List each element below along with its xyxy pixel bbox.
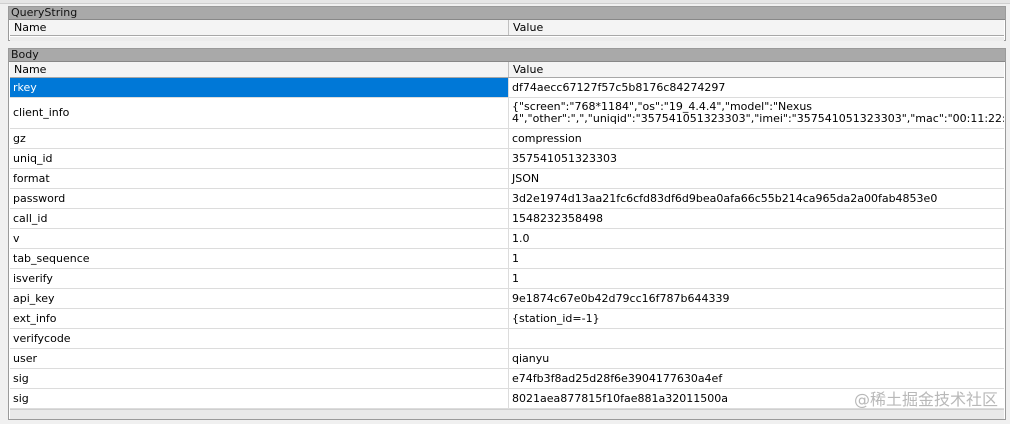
body-title: Body [9,49,1005,62]
body-header-row: Name Value [10,62,1004,78]
param-value[interactable]: {station_id=-1} [509,309,1004,328]
param-value[interactable]: 1.0 [509,229,1004,248]
querystring-empty-area [10,37,1004,41]
param-name[interactable]: api_key [10,289,509,308]
table-row[interactable]: ext_info {station_id=-1} [10,309,1004,329]
body-footer-strip [10,409,1004,419]
body-panel: Body Name Value rkey df74aecc67127f57c5b… [8,48,1006,420]
param-value[interactable]: compression [509,129,1004,148]
table-row[interactable]: rkey df74aecc67127f57c5b8176c84274297 [10,78,1004,98]
param-value[interactable] [509,329,1004,348]
table-row[interactable]: api_key 9e1874c67e0b42d79cc16f787b644339 [10,289,1004,309]
param-name[interactable]: v [10,229,509,248]
column-header-name[interactable]: Name [10,20,509,35]
column-header-value[interactable]: Value [509,62,1004,77]
table-row[interactable]: v 1.0 [10,229,1004,249]
table-row[interactable]: uniq_id 357541051323303 [10,149,1004,169]
param-value[interactable]: 1 [509,249,1004,268]
querystring-table: Name Value [10,20,1004,36]
param-value[interactable]: 9e1874c67e0b42d79cc16f787b644339 [509,289,1004,308]
param-value[interactable]: {"screen":"768*1184","os":"19_4.4.4","mo… [509,98,1004,128]
param-value[interactable]: 3d2e1974d13aa21fc6cfd83df6d9bea0afa66c55… [509,189,1004,208]
column-header-name[interactable]: Name [10,62,509,77]
param-value-line: 4","other":",","uniqid":"357541051323303… [512,112,1004,125]
table-row[interactable]: verifycode [10,329,1004,349]
table-row[interactable]: client_info {"screen":"768*1184","os":"1… [10,98,1004,129]
param-name[interactable]: gz [10,129,509,148]
param-name[interactable]: isverify [10,269,509,288]
param-value[interactable]: 1548232358498 [509,209,1004,228]
param-value[interactable]: qianyu [509,349,1004,368]
top-toolbar-edge [0,0,1010,4]
param-value[interactable]: JSON [509,169,1004,188]
table-row[interactable]: password 3d2e1974d13aa21fc6cfd83df6d9bea… [10,189,1004,209]
param-name[interactable]: uniq_id [10,149,509,168]
querystring-panel: QueryString Name Value [8,6,1006,41]
param-name[interactable]: user [10,349,509,368]
param-name[interactable]: tab_sequence [10,249,509,268]
querystring-title: QueryString [9,7,1005,20]
param-name[interactable]: rkey [10,78,509,97]
watermark-text: @稀土掘金技术社区 [853,390,998,409]
param-name[interactable]: call_id [10,209,509,228]
table-row[interactable]: format JSON [10,169,1004,189]
param-name[interactable]: verifycode [10,329,509,348]
param-name[interactable]: format [10,169,509,188]
querystring-header-row: Name Value [10,20,1004,36]
table-row[interactable]: call_id 1548232358498 [10,209,1004,229]
table-row[interactable]: gz compression [10,129,1004,149]
column-header-value[interactable]: Value [509,20,1004,35]
param-name[interactable]: sig [10,369,509,388]
param-value[interactable]: 1 [509,269,1004,288]
param-name[interactable]: client_info [10,98,509,128]
param-value[interactable]: 357541051323303 [509,149,1004,168]
param-name[interactable]: password [10,189,509,208]
param-name[interactable]: sig [10,389,509,408]
table-row[interactable]: isverify 1 [10,269,1004,289]
param-value[interactable]: df74aecc67127f57c5b8176c84274297 [509,78,1004,97]
table-row[interactable]: user qianyu [10,349,1004,369]
param-name[interactable]: ext_info [10,309,509,328]
body-table: Name Value rkey df74aecc67127f57c5b8176c… [10,62,1004,409]
table-row[interactable]: tab_sequence 1 [10,249,1004,269]
